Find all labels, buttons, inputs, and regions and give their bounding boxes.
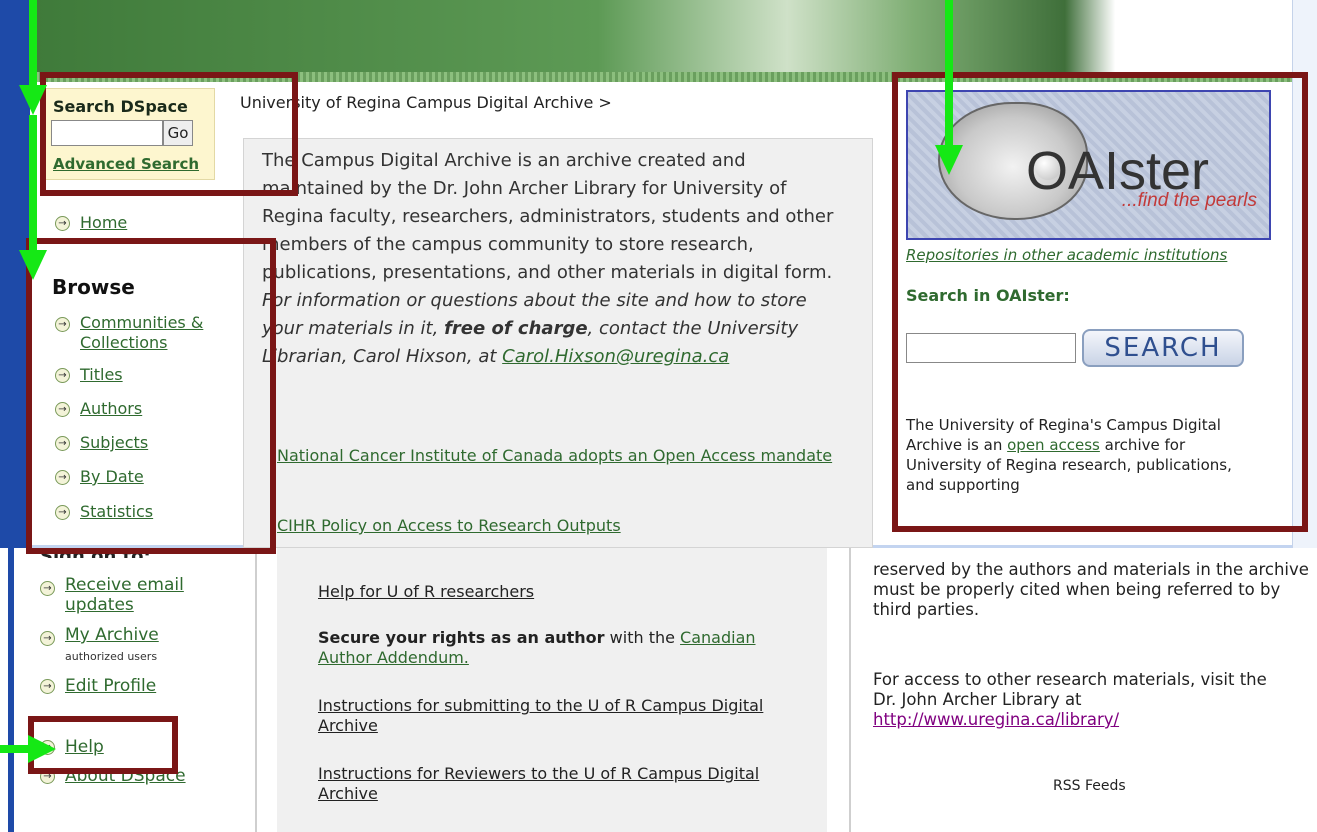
main-content-box: The Campus Digital Archive is an archive… (243, 138, 873, 548)
bottom-left-edge (8, 548, 14, 832)
edit-profile-item[interactable]: → Edit Profile (40, 676, 156, 696)
arrow-right-icon: → (55, 216, 70, 231)
highlight-frame-oaister (892, 72, 1308, 532)
arrow-right-icon: → (40, 581, 55, 596)
arrow-right-icon: → (40, 631, 55, 646)
intro-paragraph: The Campus Digital Archive is an archive… (262, 147, 847, 371)
nci-link[interactable]: National Cancer Institute of Canada adop… (277, 445, 837, 467)
column-divider (255, 548, 257, 832)
annotation-arrow-help (0, 745, 30, 753)
secure-rights-plain: with the (609, 628, 675, 647)
site-banner (30, 0, 1292, 82)
secure-rights-bold: Secure your rights as an author (318, 628, 605, 647)
library-access-plain: For access to other research materials, … (873, 670, 1267, 709)
annotation-arrow-browse (29, 115, 37, 253)
my-archive-item[interactable]: → My Archive authorized users (40, 625, 250, 667)
column-divider (849, 548, 851, 832)
authorized-users-note: authorized users (65, 650, 158, 663)
arrow-head-down-icon (19, 250, 47, 280)
home-link[interactable]: Home (80, 213, 127, 232)
my-archive-link[interactable]: My Archive (65, 625, 159, 645)
receive-email-item[interactable]: → Receive email updates (40, 575, 250, 615)
library-access-text: For access to other research materials, … (873, 670, 1293, 730)
arrow-head-down-icon (935, 145, 963, 175)
intro-text: The Campus Digital Archive is an archive… (262, 150, 834, 283)
receive-email-link[interactable]: Receive email updates (65, 575, 235, 615)
intro-bold: free of charge (444, 318, 588, 339)
help-researchers-link[interactable]: Help for U of R researchers (318, 582, 534, 602)
reviewer-instructions-link[interactable]: Instructions for Reviewers to the U of R… (318, 764, 808, 804)
secure-rights-text: Secure your rights as an author with the… (318, 628, 808, 668)
arrow-head-down-icon (19, 85, 47, 115)
rights-text: reserved by the authors and materials in… (873, 560, 1309, 619)
library-url-link[interactable]: http://www.uregina.ca/library/ (873, 710, 1119, 729)
highlight-frame-browse (26, 238, 276, 554)
arrow-head-right-icon (28, 735, 56, 763)
cihr-link[interactable]: CIHR Policy on Access to Research Output… (277, 515, 837, 537)
rss-feeds[interactable]: RSS Feeds (1053, 778, 1126, 794)
annotation-arrow-oaister (945, 0, 953, 148)
annotation-arrow-search (29, 0, 37, 88)
home-nav-item[interactable]: → Home (55, 213, 127, 232)
highlight-frame-search (40, 72, 298, 196)
email-link[interactable]: Carol.Hixson@uregina.ca (502, 346, 729, 367)
submitting-instructions-link[interactable]: Instructions for submitting to the U of … (318, 696, 808, 736)
arrow-right-icon: → (40, 679, 55, 694)
edit-profile-link[interactable]: Edit Profile (65, 676, 156, 696)
